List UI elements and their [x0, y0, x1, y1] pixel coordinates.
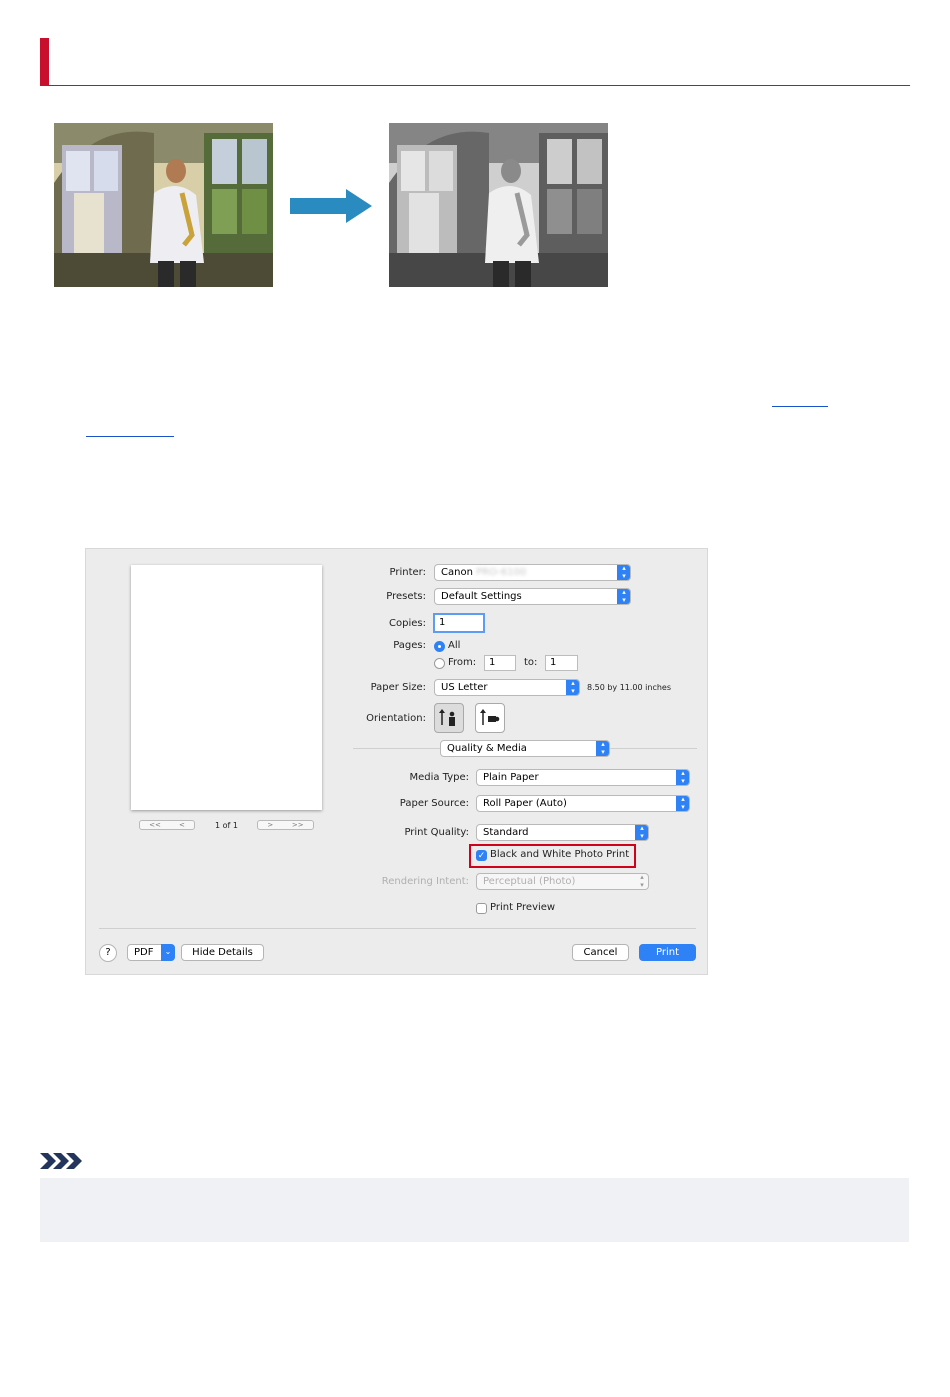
- pages-all-radio[interactable]: [434, 641, 445, 652]
- paper-size-label: Paper Size:: [370, 682, 426, 693]
- printer-popup[interactable]: Canon PRO-6100 ▴ ▾: [434, 564, 631, 581]
- rendering-intent-label: Rendering Intent:: [381, 876, 469, 887]
- pages-to-input[interactable]: 1: [545, 655, 578, 671]
- print-button[interactable]: Print: [639, 944, 696, 961]
- pdf-menu-button[interactable]: PDF ⌄: [127, 944, 175, 961]
- media-type-popup[interactable]: Plain Paper ▴ ▾: [476, 769, 690, 786]
- orientation-label: Orientation:: [366, 713, 426, 724]
- media-type-value: Plain Paper: [483, 772, 539, 783]
- print-preview-checkbox[interactable]: [476, 903, 487, 914]
- note-box: [40, 1178, 909, 1242]
- print-quality-popup-arrows-icon: ▴ ▾: [635, 825, 648, 840]
- presets-label: Presets:: [386, 591, 426, 602]
- printer-value: Canon: [441, 567, 473, 578]
- first-page-button[interactable]: <<: [149, 821, 161, 829]
- heading-accent-bar: [40, 38, 49, 86]
- paper-size-popup[interactable]: US Letter ▴ ▾: [434, 679, 580, 696]
- heading-underline: [40, 85, 910, 86]
- printer-popup-arrows-icon: ▴ ▾: [617, 565, 630, 580]
- orientation-portrait-button[interactable]: [434, 703, 464, 733]
- help-button[interactable]: ?: [99, 944, 117, 962]
- last-page-button[interactable]: >>: [292, 821, 304, 829]
- reference-link-part2[interactable]: [86, 422, 174, 437]
- pages-from-label: From:: [448, 657, 477, 668]
- pdf-chevron-down-icon: ⌄: [161, 944, 175, 961]
- rendering-intent-value: Perceptual (Photo): [483, 876, 576, 887]
- print-dialog: << < 1 of 1 > >> Printer: Canon PRO-6100…: [85, 548, 708, 975]
- paper-size-dimensions: 8.50 by 11.00 inches: [587, 683, 672, 692]
- media-type-label: Media Type:: [409, 772, 469, 783]
- hide-details-button[interactable]: Hide Details: [181, 944, 264, 961]
- copies-label: Copies:: [389, 618, 426, 629]
- rendering-intent-arrows-icon: ▴ ▾: [640, 873, 644, 889]
- pages-all-label: All: [448, 640, 461, 651]
- presets-value: Default Settings: [441, 591, 522, 602]
- paper-source-popup[interactable]: Roll Paper (Auto) ▴ ▾: [476, 795, 690, 812]
- orientation-landscape-button[interactable]: [475, 703, 505, 733]
- note-chevrons-icon: [40, 1153, 82, 1169]
- section-value: Quality & Media: [447, 743, 527, 754]
- page-preview: [131, 565, 322, 810]
- next-page-button[interactable]: >: [267, 821, 273, 829]
- paper-source-label: Paper Source:: [399, 798, 469, 809]
- section-popup-arrows-icon: ▴ ▾: [596, 741, 609, 756]
- paper-source-popup-arrows-icon: ▴ ▾: [676, 796, 689, 811]
- bw-photo-print-checkbox[interactable]: ✓: [476, 850, 487, 861]
- section-popup[interactable]: Quality & Media ▴ ▾: [440, 740, 610, 757]
- prev-page-button[interactable]: <: [179, 821, 185, 829]
- presets-popup[interactable]: Default Settings ▴ ▾: [434, 588, 631, 605]
- paper-size-value: US Letter: [441, 682, 488, 693]
- cancel-button[interactable]: Cancel: [572, 944, 629, 961]
- presets-popup-arrows-icon: ▴ ▾: [617, 589, 630, 604]
- pages-from-input[interactable]: 1: [484, 655, 516, 671]
- pages-label: Pages:: [393, 640, 426, 651]
- footer-separator: [99, 928, 696, 929]
- media-type-popup-arrows-icon: ▴ ▾: [676, 770, 689, 785]
- page-indicator: 1 of 1: [215, 821, 238, 830]
- portrait-icon: [439, 709, 455, 726]
- paper-source-value: Roll Paper (Auto): [483, 798, 567, 809]
- print-preview-label: Print Preview: [490, 902, 556, 913]
- rendering-intent-popup: Perceptual (Photo) ▴ ▾: [476, 873, 649, 890]
- print-quality-label: Print Quality:: [404, 827, 469, 838]
- bw-photo-print-label: Black and White Photo Print: [490, 849, 630, 860]
- grayscale-photo: [389, 123, 608, 287]
- paper-size-popup-arrows-icon: ▴ ▾: [566, 680, 579, 695]
- print-quality-popup[interactable]: Standard ▴ ▾: [476, 824, 649, 841]
- preview-nav-back-group[interactable]: << <: [139, 820, 195, 830]
- pages-from-radio[interactable]: [434, 658, 445, 669]
- landscape-icon: [480, 709, 500, 725]
- print-quality-value: Standard: [483, 827, 529, 838]
- printer-label: Printer:: [389, 567, 426, 578]
- printer-model-blurred: PRO-6100: [476, 567, 527, 578]
- copies-input[interactable]: 1: [433, 613, 485, 633]
- reference-link-part1[interactable]: [772, 392, 828, 407]
- preview-nav-forward-group[interactable]: > >>: [257, 820, 314, 830]
- color-photo: [54, 123, 273, 287]
- pdf-label: PDF: [134, 947, 154, 958]
- arrow-right-icon: [290, 189, 372, 223]
- pages-to-label: to:: [524, 657, 538, 668]
